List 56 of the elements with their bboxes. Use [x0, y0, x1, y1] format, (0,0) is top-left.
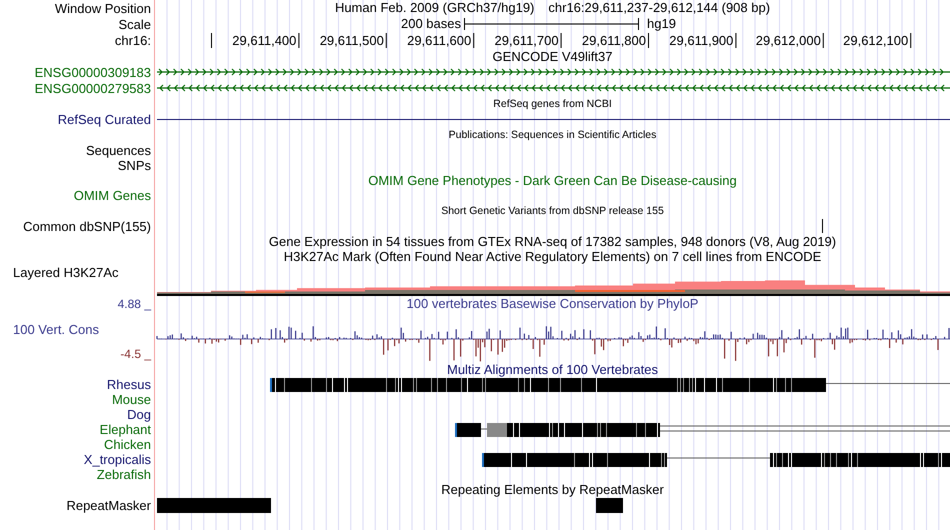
ruler-tick	[822, 32, 824, 48]
ruler-tick	[298, 32, 300, 48]
track-label[interactable]: Mouse	[112, 392, 151, 407]
track-label[interactable]: 100 Vert. Cons	[0, 322, 99, 337]
track-label[interactable]: Chicken	[104, 437, 151, 452]
ruler-label: 29,611,800	[582, 33, 646, 48]
ruler-tick	[473, 32, 474, 48]
track-title: OMIM Gene Phenotypes - Dark Green Can Be Disease-causing	[368, 173, 737, 188]
track-title: Gene Expression in 54 tissues from GTEx RNA-seq of 17382 samples, 948 donors (V8, Aug 2019)	[268, 234, 836, 249]
ruler-label: 29,611,700	[494, 33, 559, 48]
track-label[interactable]: Elephant	[100, 422, 151, 437]
ruler-label: 29,612,000	[756, 33, 821, 48]
track-label[interactable]: OMIM Genes	[74, 188, 151, 203]
track-label[interactable]: ENSG00000309183	[34, 64, 151, 80]
track-label[interactable]: Sequences	[86, 143, 151, 158]
track-title: Repeating Elements by RepeatMasker	[441, 482, 664, 497]
axis-label: 4.88 _	[118, 297, 151, 312]
axis-label: -4.5 _	[120, 347, 151, 362]
track-title: RefSeq genes from NCBI	[493, 98, 612, 110]
track-label[interactable]: ENSG00000279583	[34, 80, 151, 96]
track-label[interactable]: Layered H3K27Ac	[13, 265, 119, 280]
variant-tick[interactable]	[822, 219, 823, 234]
track-label[interactable]: Rhesus	[106, 377, 151, 392]
ruler-tick	[211, 32, 212, 48]
ruler-tick	[735, 32, 736, 48]
row-label: Scale	[118, 16, 151, 32]
row-label: chr16:	[114, 33, 151, 48]
track-label[interactable]: Dog	[127, 407, 151, 422]
ruler-label: 29,611,500	[320, 33, 384, 48]
track-title: H3K27Ac Mark (Often Found Near Active Regulatory Elements) on 7 cell lines from ENCODE	[284, 249, 822, 264]
ruler-label: 29,611,600	[407, 33, 472, 48]
row-label: Window Position	[54, 0, 151, 16]
track-title: Publications: Sequences in Scientific Articles	[448, 128, 656, 142]
track-label[interactable]: Zebrafish	[96, 467, 151, 482]
assembly-name: hg19	[647, 15, 676, 34]
track-title: GENCODE V49lift37	[492, 49, 612, 64]
gene-arrow-line[interactable]	[156, 68, 950, 76]
gene-arrow-line[interactable]	[156, 84, 950, 92]
track-label[interactable]: SNPs	[118, 158, 151, 173]
assembly-text: Human Feb. 2009 (GRCh37/hg19)	[334, 0, 534, 18]
track-label[interactable]: RefSeq Curated	[58, 112, 151, 127]
track-label[interactable]: Common dbSNP(155)	[23, 219, 151, 234]
ruler-tick	[386, 32, 387, 48]
track-title: Multiz Alignments of 100 Vertebrates	[446, 362, 658, 377]
position-text: chr16:29,611,237-29,612,144 (908 bp)	[548, 0, 770, 18]
ruler-tick	[910, 32, 912, 48]
track-label[interactable]: X_tropicalis	[84, 452, 151, 467]
ruler-tick	[560, 32, 562, 48]
ruler-label: 29,611,400	[232, 33, 296, 48]
track-label[interactable]: RepeatMasker	[66, 498, 151, 512]
ruler-label: 29,612,100	[843, 33, 908, 48]
ruler-label: 29,611,900	[669, 33, 734, 48]
ruler-tick	[648, 32, 649, 48]
track-title: Short Genetic Variants from dbSNP release 155	[441, 204, 664, 218]
scale-text: 200 bases	[401, 15, 461, 34]
track-title: 100 vertebrates Basewise Conservation by PhyloP	[406, 296, 698, 312]
